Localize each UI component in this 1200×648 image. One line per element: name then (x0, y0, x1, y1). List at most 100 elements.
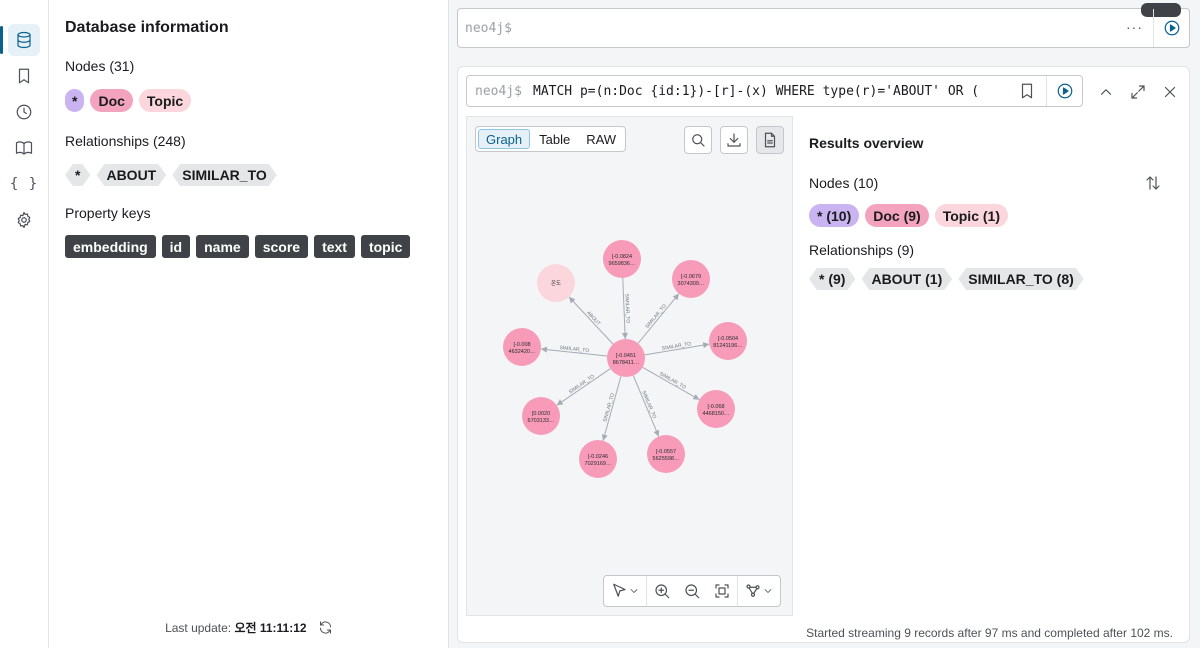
rel-type-about-chip[interactable]: ABOUT (96, 164, 166, 186)
database-info-button[interactable] (0, 24, 40, 56)
last-update-time: 오전 11:11:12 (234, 621, 307, 635)
property-key-chip[interactable]: score (254, 235, 309, 258)
rel-type-similar-to-chip[interactable]: SIMILAR_TO (172, 164, 277, 186)
overview-all-nodes-chip[interactable]: * (10) (809, 204, 860, 227)
expand-icon (1131, 85, 1145, 99)
select-mode-button[interactable] (604, 576, 646, 606)
layout-icon (746, 584, 760, 597)
layout-button[interactable] (738, 576, 780, 606)
doc-node[interactable]: [-0.06793074309… (672, 260, 710, 298)
edge-label: SIMILAR_TO (661, 341, 691, 352)
overview-title: Results overview (809, 135, 924, 151)
fit-to-screen-button[interactable] (707, 576, 737, 606)
results-overview: Results overview Nodes (10) * (10) Doc (… (793, 116, 1182, 616)
doc-node[interactable]: [-0.05575625598… (647, 435, 685, 473)
collapse-frame-button[interactable] (1097, 83, 1115, 106)
node-caption: 4632420… (509, 349, 536, 355)
node-caption: 4468150… (703, 411, 730, 417)
relationship-edge[interactable]: ABOUT (568, 296, 614, 345)
overview-topic-chip[interactable]: Topic (1) (934, 204, 1008, 227)
relationship-edge[interactable]: SIMILAR_TO (632, 375, 660, 437)
property-key-chip[interactable]: name (196, 235, 249, 258)
node-caption: 9659836… (609, 261, 636, 267)
tab-raw[interactable]: RAW (579, 129, 623, 149)
document-icon (764, 132, 776, 148)
node-caption: 81241196… (713, 343, 743, 349)
doc-node[interactable]: [-0.0684468150… (697, 390, 735, 428)
property-keys-list: embedding id name score text topic (65, 235, 411, 258)
frame-query-editor[interactable]: neo4j$ MATCH p=(n:Doc {id:1})-[r]-(x) WH… (466, 75, 1083, 107)
doc-node[interactable]: [-0.0084632420… (503, 328, 541, 366)
doc-node[interactable]: [-0.050481241196… (709, 322, 747, 360)
overview-about-chip[interactable]: ABOUT (1) (861, 268, 952, 290)
tab-graph[interactable]: Graph (478, 129, 531, 149)
zoom-out-button[interactable] (677, 576, 707, 606)
doc-node[interactable]: [-0.08249659836… (603, 240, 641, 278)
play-circle-icon (1057, 83, 1072, 99)
edge-line (568, 296, 614, 345)
center-doc-node[interactable]: [-0.04518678411… (607, 339, 645, 377)
graph-toolbar (603, 575, 781, 607)
node-caption: [-0.0246 (588, 454, 608, 460)
book-icon (15, 141, 33, 155)
edge-label: SIMILAR_TO (644, 303, 668, 330)
rel-type-all-chip[interactable]: * (65, 164, 90, 186)
node-caption: [-0.0824 (612, 254, 632, 260)
overview-similar-to-chip[interactable]: SIMILAR_TO (8) (958, 268, 1084, 290)
property-key-chip[interactable]: id (161, 235, 191, 258)
zoom-in-button[interactable] (647, 576, 677, 606)
graph-visualization[interactable]: SIMILAR_TO SIMILAR_TO SIMILAR_TO SIMILAR_TO… (466, 116, 793, 616)
graph-canvas[interactable]: SIMILAR_TO SIMILAR_TOSIMILAR_TOSIMILAR_TO… (467, 117, 794, 617)
relationship-edge[interactable]: SIMILAR_TO (621, 277, 631, 340)
bookmark-icon (1021, 83, 1033, 99)
node-caption: [-0.0504 (718, 336, 738, 342)
guides-button[interactable] (8, 132, 40, 164)
chevron-down-icon (630, 589, 638, 593)
relationship-edge[interactable]: SIMILAR_TO (637, 293, 680, 344)
relationship-edge[interactable]: SIMILAR_TO (644, 341, 710, 356)
save-favorite-button[interactable] (1018, 82, 1036, 105)
overview-doc-chip[interactable]: Doc (9) (865, 204, 929, 227)
run-query-button[interactable] (1153, 9, 1189, 47)
zoom-out-icon (685, 584, 700, 599)
property-key-chip[interactable]: text (314, 235, 355, 258)
node-caption: 온도 (551, 280, 561, 287)
favorites-button[interactable] (8, 60, 40, 92)
sort-button[interactable] (1144, 174, 1162, 197)
rerun-query-button[interactable] (1046, 76, 1082, 106)
node-caption: [-0.0557 (656, 449, 676, 455)
overview-relationships-label: Relationships (9) (809, 242, 915, 258)
edge-arrowhead (702, 342, 710, 349)
fit-screen-icon (715, 584, 729, 598)
node-label-all-chip[interactable]: * (65, 89, 85, 112)
editor-more-button[interactable]: ··· (1126, 19, 1143, 35)
doc-node[interactable]: [-0.02467029169… (579, 440, 617, 478)
gear-icon (17, 211, 31, 229)
node-label-topic-chip[interactable]: Topic (138, 89, 192, 112)
toggle-overview-button[interactable] (756, 126, 784, 154)
tab-table[interactable]: Table (532, 129, 577, 149)
settings-button[interactable] (8, 204, 40, 236)
relationship-edge[interactable]: SIMILAR_TO (556, 368, 611, 406)
history-button[interactable] (8, 96, 40, 128)
main-query-editor[interactable]: neo4j$ ··· (457, 3, 1190, 48)
relationship-edge[interactable]: SIMILAR_TO (601, 376, 622, 441)
cypher-reference-button[interactable]: { } (8, 168, 40, 200)
property-key-chip[interactable]: topic (360, 235, 411, 258)
topic-node[interactable]: 온도 (537, 264, 575, 302)
node-caption: [-0.008 (513, 342, 530, 348)
doc-node[interactable]: [0.00206703133… (522, 397, 560, 435)
refresh-button[interactable] (318, 620, 333, 638)
property-key-chip[interactable]: embedding (65, 235, 156, 258)
node-label-doc-chip[interactable]: Doc (90, 89, 133, 112)
close-frame-button[interactable] (1161, 83, 1179, 106)
download-button[interactable] (720, 126, 748, 154)
fullscreen-frame-button[interactable] (1129, 83, 1147, 106)
search-graph-button[interactable] (684, 126, 712, 154)
relationship-edge[interactable]: SIMILAR_TO (642, 366, 700, 401)
node-caption: 5625598… (653, 456, 680, 462)
edge-arrowhead (556, 399, 564, 406)
overview-all-rels-chip[interactable]: * (9) (809, 268, 855, 290)
relationship-edge[interactable]: SIMILAR_TO (540, 345, 608, 357)
edge-line (642, 366, 700, 401)
